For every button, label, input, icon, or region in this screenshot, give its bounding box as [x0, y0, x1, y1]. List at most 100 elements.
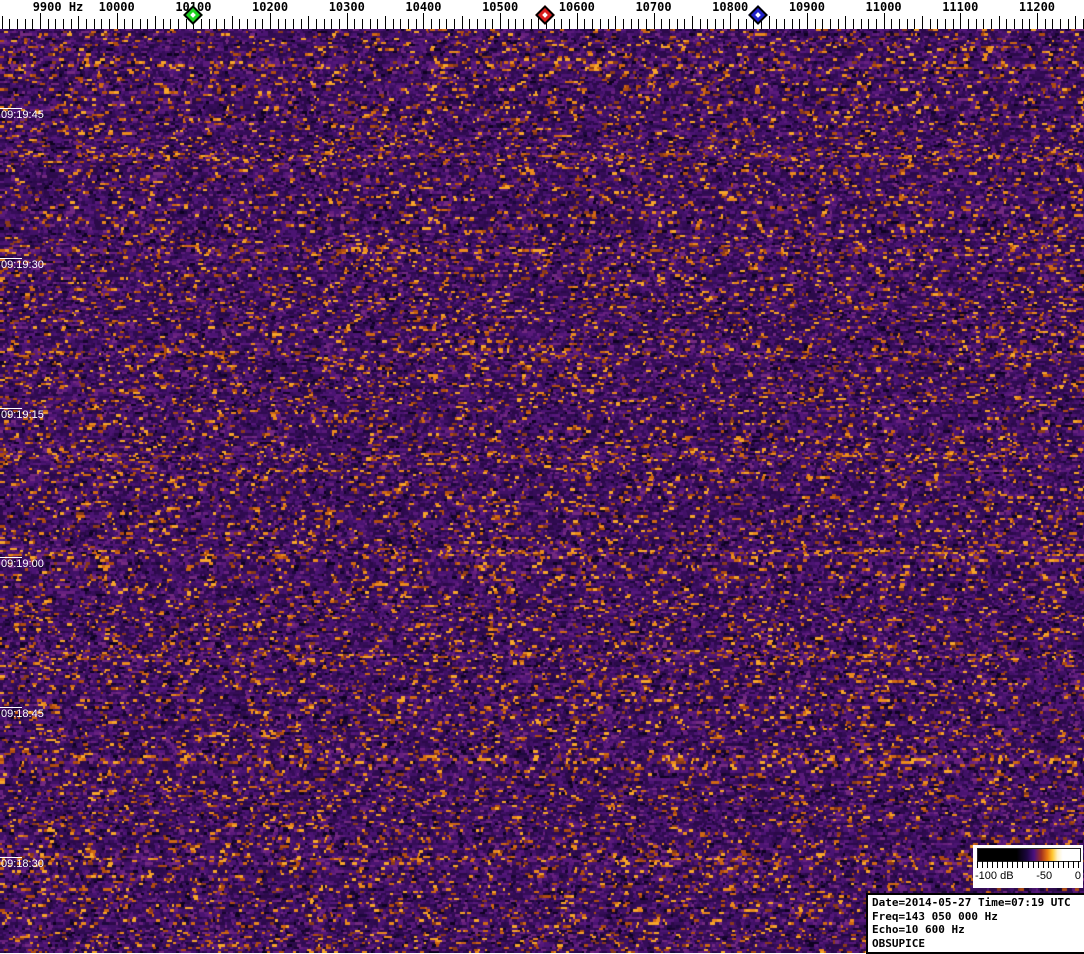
- frequency-tick: [224, 19, 225, 29]
- spectrogram-canvas[interactable]: [0, 29, 1084, 953]
- colorbar-label-max: 0: [1074, 870, 1081, 882]
- frequency-tick: [393, 19, 394, 29]
- frequency-tick: [623, 19, 624, 29]
- frequency-tick: [907, 19, 908, 29]
- frequency-tick-label: 10800: [712, 0, 749, 14]
- frequency-tick: [960, 13, 961, 29]
- frequency-tick: [584, 19, 585, 29]
- frequency-tick: [270, 13, 271, 29]
- info-station: OBSUPICE: [872, 936, 925, 950]
- colorbar-tick: [1007, 861, 1008, 868]
- frequency-tick: [631, 19, 632, 29]
- time-tick-label: 09:19:45: [1, 109, 44, 121]
- frequency-tick: [147, 19, 148, 29]
- frequency-tick-label: 9900 Hz: [32, 0, 84, 14]
- frequency-tick: [324, 19, 325, 29]
- frequency-tick: [117, 13, 118, 29]
- colorbar-tick: [982, 861, 983, 868]
- colorbar-tick: [1038, 861, 1039, 868]
- frequency-tick: [554, 19, 555, 29]
- frequency-tick: [937, 19, 938, 29]
- colorbar-tick: [1053, 861, 1054, 868]
- frequency-tick: [845, 16, 846, 29]
- frequency-tick: [707, 19, 708, 29]
- frequency-tick: [278, 19, 279, 29]
- frequency-tick: [1029, 19, 1030, 29]
- frequency-tick: [953, 19, 954, 29]
- frequency-tick: [968, 19, 969, 29]
- frequency-tick: [515, 19, 516, 29]
- frequency-tick: [255, 19, 256, 29]
- frequency-tick: [838, 19, 839, 29]
- frequency-tick: [738, 19, 739, 29]
- frequency-tick: [776, 19, 777, 29]
- frequency-tick: [1045, 19, 1046, 29]
- colorbar-tick: [987, 861, 988, 868]
- frequency-tick: [592, 19, 593, 29]
- frequency-tick: [86, 19, 87, 29]
- frequency-tick: [945, 19, 946, 29]
- frequency-tick: [684, 19, 685, 29]
- blue-marker-icon[interactable]: [748, 5, 768, 25]
- frequency-tick: [469, 19, 470, 29]
- info-frequency: Freq=143 050 000 Hz: [872, 909, 998, 923]
- frequency-tick: [1037, 13, 1038, 29]
- colorbar-tick: [1073, 861, 1074, 868]
- frequency-tick: [914, 19, 915, 29]
- marker-center-dot: [190, 12, 196, 18]
- frequency-tick: [700, 19, 701, 29]
- frequency-tick: [500, 13, 501, 29]
- frequency-tick: [262, 19, 263, 29]
- info-date-time: Date=2014-05-27 Time=07:19 UTC: [872, 896, 1071, 909]
- frequency-tick: [577, 13, 578, 29]
- frequency-tick: [209, 19, 210, 29]
- frequency-tick: [25, 19, 26, 29]
- colorbar-tick: [1033, 861, 1034, 868]
- frequency-tick: [815, 19, 816, 29]
- frequency-tick: [339, 19, 340, 29]
- frequency-tick: [569, 19, 570, 29]
- frequency-tick: [991, 19, 992, 29]
- frequency-tick: [454, 19, 455, 29]
- frequency-tick: [40, 13, 41, 29]
- colorbar-tick: [1012, 861, 1013, 868]
- colorbar-tick: [1022, 861, 1023, 868]
- frequency-tick: [638, 19, 639, 29]
- frequency-tick: [301, 19, 302, 29]
- frequency-tick: [101, 19, 102, 29]
- frequency-tick: [600, 19, 601, 29]
- frequency-tick: [1060, 19, 1061, 29]
- info-echo: Echo=10 600 Hz: [872, 923, 965, 936]
- frequency-tick: [508, 19, 509, 29]
- frequency-tick: [316, 19, 317, 29]
- frequency-tick: [1052, 19, 1053, 29]
- frequency-tick: [109, 19, 110, 29]
- frequency-tick: [431, 19, 432, 29]
- frequency-tick: [822, 19, 823, 29]
- frequency-tick: [9, 19, 10, 29]
- frequency-tick: [140, 19, 141, 29]
- frequency-tick: [400, 19, 401, 29]
- colorbar-tick: [1043, 861, 1044, 868]
- frequency-tick: [423, 13, 424, 29]
- frequency-tick: [922, 16, 923, 29]
- colorbar-tick: [997, 861, 998, 868]
- frequency-tick: [1075, 16, 1076, 29]
- frequency-tick-label: 11000: [865, 0, 902, 14]
- frequency-tick: [55, 19, 56, 29]
- frequency-tick: [32, 19, 33, 29]
- frequency-tick-label: 10300: [328, 0, 365, 14]
- frequency-tick: [124, 19, 125, 29]
- frequency-tick: [462, 16, 463, 29]
- frequency-tick: [239, 19, 240, 29]
- frequency-tick: [71, 19, 72, 29]
- frequency-tick-label: 10400: [405, 0, 442, 14]
- frequency-tick: [331, 19, 332, 29]
- frequency-tick: [216, 19, 217, 29]
- frequency-tick: [654, 13, 655, 29]
- frequency-tick: [439, 19, 440, 29]
- time-tick-label: 09:19:30: [1, 259, 44, 271]
- colorbar-tick: [977, 861, 978, 868]
- frequency-tick: [853, 19, 854, 29]
- marker-center-dot: [542, 12, 548, 18]
